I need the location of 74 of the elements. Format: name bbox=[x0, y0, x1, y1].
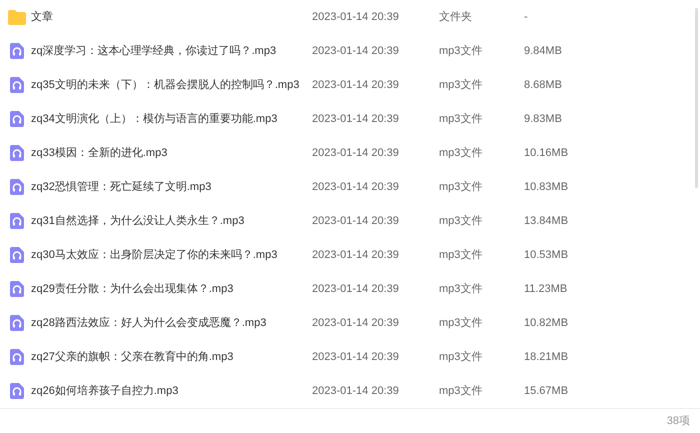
file-name: zq34文明演化（上）：模仿与语言的重要功能.mp3 bbox=[31, 112, 278, 127]
file-size: 10.16MB bbox=[524, 146, 568, 161]
file-type: mp3文件 bbox=[439, 384, 484, 399]
file-name: zq29责任分散：为什么会出现集体？.mp3 bbox=[31, 282, 234, 297]
modified-date: 2023-01-14 20:39 bbox=[312, 350, 400, 365]
file-type: mp3文件 bbox=[439, 44, 484, 59]
file-size: 13.84MB bbox=[524, 214, 568, 229]
modified-date: 2023-01-14 20:39 bbox=[312, 316, 400, 331]
file-name: 文章 bbox=[31, 10, 54, 25]
file-row[interactable]: 文章 2023-01-14 20:39 文件夹 - bbox=[0, 0, 695, 34]
file-name: zq26如何培养孩子自控力.mp3 bbox=[31, 384, 180, 399]
file-name: zq33模因：全新的进化.mp3 bbox=[31, 146, 168, 161]
headphones-file-icon bbox=[10, 247, 24, 263]
file-name: zq30马太效应：出身阶层决定了你的未来吗？.mp3 bbox=[31, 248, 278, 263]
file-type: mp3文件 bbox=[439, 214, 484, 229]
headphones-file-icon bbox=[10, 43, 24, 59]
file-type: mp3文件 bbox=[439, 248, 484, 263]
folder-icon bbox=[8, 10, 26, 24]
modified-date: 2023-01-14 20:39 bbox=[312, 112, 400, 127]
file-type: mp3文件 bbox=[439, 350, 484, 365]
modified-date: 2023-01-14 20:39 bbox=[312, 214, 400, 229]
headphones-file-icon bbox=[10, 281, 24, 297]
file-type: mp3文件 bbox=[439, 316, 484, 331]
file-type: mp3文件 bbox=[439, 78, 484, 93]
modified-date: 2023-01-14 20:39 bbox=[312, 282, 400, 297]
file-type: mp3文件 bbox=[439, 282, 484, 297]
file-name: zq32恐惧管理：死亡延续了文明.mp3 bbox=[31, 180, 212, 195]
file-size: 9.84MB bbox=[524, 44, 562, 59]
file-row[interactable]: zq32恐惧管理：死亡延续了文明.mp3 2023-01-14 20:39 mp3文件 10.83MB bbox=[0, 170, 695, 204]
file-size: 15.67MB bbox=[524, 384, 568, 399]
file-name: zq35文明的未来（下）：机器会摆脱人的控制吗？.mp3 bbox=[31, 78, 300, 93]
file-size: 10.53MB bbox=[524, 248, 568, 263]
file-row[interactable]: zq33模因：全新的进化.mp3 2023-01-14 20:39 mp3文件 10.16MB bbox=[0, 136, 695, 170]
file-row[interactable]: zq28路西法效应：好人为什么会变成恶魔？.mp3 2023-01-14 20:39 mp3文件 10.82MB bbox=[0, 306, 695, 340]
file-size: 9.83MB bbox=[524, 112, 562, 127]
file-name: zq31自然选择，为什么没让人类永生？.mp3 bbox=[31, 214, 246, 229]
headphones-file-icon bbox=[10, 145, 24, 161]
file-name: zq27父亲的旗帜：父亲在教育中的角.mp3 bbox=[31, 350, 234, 365]
scrollbar[interactable] bbox=[695, 8, 698, 188]
file-row[interactable]: zq31自然选择，为什么没让人类永生？.mp3 2023-01-14 20:39 mp3文件 13.84MB bbox=[0, 204, 695, 238]
file-size: 18.21MB bbox=[524, 350, 568, 365]
file-type: mp3文件 bbox=[439, 180, 484, 195]
file-name: zq28路西法效应：好人为什么会变成恶魔？.mp3 bbox=[31, 316, 268, 331]
file-row[interactable]: zq30马太效应：出身阶层决定了你的未来吗？.mp3 2023-01-14 20:39 mp3文件 10.53MB bbox=[0, 238, 695, 272]
modified-date: 2023-01-14 20:39 bbox=[312, 384, 400, 399]
file-row[interactable]: zq深度学习：这本心理学经典，你读过了吗？.mp3 2023-01-14 20:39 mp3文件 9.84MB bbox=[0, 34, 695, 68]
file-row[interactable]: zq26如何培养孩子自控力.mp3 2023-01-14 20:39 mp3文件 15.67MB bbox=[0, 374, 695, 408]
modified-date: 2023-01-14 20:39 bbox=[312, 44, 400, 59]
file-row[interactable]: zq35文明的未来（下）：机器会摆脱人的控制吗？.mp3 2023-01-14 20:39 mp3文件 8.68MB bbox=[0, 68, 695, 102]
modified-date: 2023-01-14 20:39 bbox=[312, 180, 400, 195]
headphones-file-icon bbox=[10, 383, 24, 399]
file-type: mp3文件 bbox=[439, 112, 484, 127]
file-size: - bbox=[524, 10, 528, 25]
file-name: zq深度学习：这本心理学经典，你读过了吗？.mp3 bbox=[31, 44, 278, 59]
headphones-file-icon bbox=[10, 213, 24, 229]
file-size: 8.68MB bbox=[524, 78, 562, 93]
modified-date: 2023-01-14 20:39 bbox=[312, 146, 400, 161]
headphones-file-icon bbox=[10, 315, 24, 331]
file-size: 11.23MB bbox=[524, 282, 568, 297]
modified-date: 2023-01-14 20:39 bbox=[312, 78, 400, 93]
file-size: 10.82MB bbox=[524, 316, 568, 331]
file-row[interactable]: zq34文明演化（上）：模仿与语言的重要功能.mp3 2023-01-14 20:39 mp3文件 9.83MB bbox=[0, 102, 695, 136]
headphones-file-icon bbox=[10, 179, 24, 195]
file-size: 10.83MB bbox=[524, 180, 568, 195]
modified-date: 2023-01-14 20:39 bbox=[312, 248, 400, 263]
headphones-file-icon bbox=[10, 111, 24, 127]
modified-date: 2023-01-14 20:39 bbox=[312, 10, 400, 25]
item-count: 38项 bbox=[666, 414, 690, 429]
file-type: 文件夹 bbox=[439, 10, 473, 25]
file-row[interactable]: zq29责任分散：为什么会出现集体？.mp3 2023-01-14 20:39 mp3文件 11.23MB bbox=[0, 272, 695, 306]
headphones-file-icon bbox=[10, 77, 24, 93]
file-row[interactable]: zq27父亲的旗帜：父亲在教育中的角.mp3 2023-01-14 20:39 mp3文件 18.21MB bbox=[0, 340, 695, 374]
file-type: mp3文件 bbox=[439, 146, 484, 161]
headphones-file-icon bbox=[10, 349, 24, 365]
